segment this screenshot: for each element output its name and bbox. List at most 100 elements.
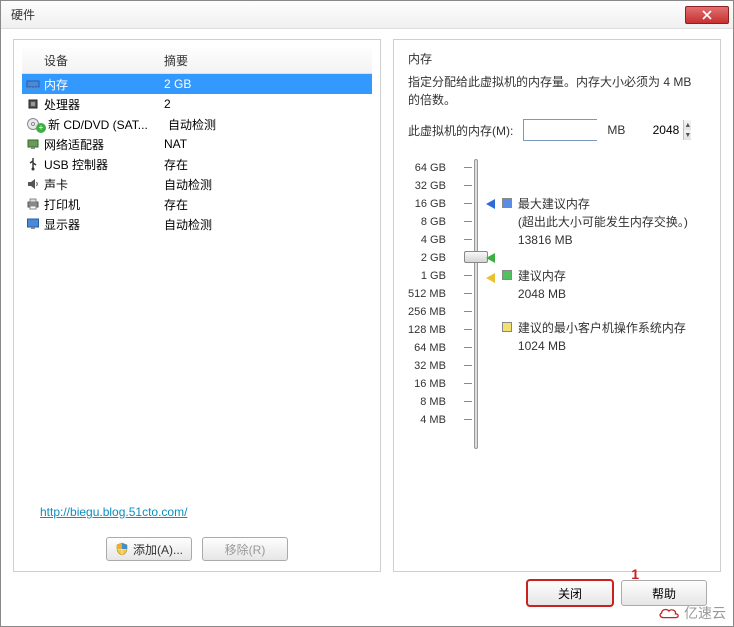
tick-label: 2 GB bbox=[421, 249, 446, 267]
legend-min-title: 建议的最小客户机操作系统内存 bbox=[518, 319, 686, 337]
remove-device-button[interactable]: 移除(R) bbox=[202, 537, 288, 561]
memory-spinner[interactable]: ▲ ▼ bbox=[523, 119, 597, 141]
window-close-button[interactable] bbox=[685, 6, 729, 24]
tick-label: 8 MB bbox=[420, 393, 446, 411]
marker-min-icon bbox=[486, 273, 495, 283]
table-row[interactable]: 打印机存在 bbox=[22, 194, 372, 214]
slider-track bbox=[474, 159, 478, 449]
spinner-up[interactable]: ▲ bbox=[684, 120, 691, 130]
content-area: 设备 摘要 内存2 GB处理器2+新 CD/DVD (SAT...自动检测网络适… bbox=[1, 29, 733, 626]
watermark: 亿速云 bbox=[658, 603, 726, 623]
tick-label: 32 MB bbox=[414, 357, 446, 375]
memory-slider[interactable] bbox=[454, 159, 494, 449]
tick-label: 1 GB bbox=[421, 267, 446, 285]
hardware-dialog: 硬件 设备 摘要 内存2 GB处理器2+新 CD/DVD (SAT...自动检测… bbox=[0, 0, 734, 627]
tick-mark bbox=[464, 275, 472, 276]
memory-panel: 内存 指定分配给此虚拟机的内存量。内存大小必须为 4 MB 的倍数。 此虚拟机的… bbox=[393, 39, 721, 572]
device-list-panel: 设备 摘要 内存2 GB处理器2+新 CD/DVD (SAT...自动检测网络适… bbox=[13, 39, 381, 572]
device-label: 显示器 bbox=[44, 216, 164, 233]
device-label: 处理器 bbox=[44, 96, 164, 113]
memory-slider-area: 64 GB32 GB16 GB8 GB4 GB2 GB1 GB512 MB256… bbox=[408, 159, 706, 449]
table-row[interactable]: 处理器2 bbox=[22, 94, 372, 114]
slider-handle[interactable] bbox=[464, 251, 488, 263]
legend-rec-title: 建议内存 bbox=[518, 267, 566, 285]
tick-mark bbox=[464, 329, 472, 330]
tick-mark bbox=[464, 185, 472, 186]
legend-max-title: 最大建议内存 bbox=[518, 195, 688, 213]
device-summary: NAT bbox=[164, 137, 370, 151]
memory-unit: MB bbox=[607, 123, 625, 137]
blog-link[interactable]: http://biegu.blog.51cto.com/ bbox=[40, 505, 372, 519]
cpu-icon bbox=[24, 97, 42, 111]
tick-label: 16 GB bbox=[415, 195, 446, 213]
device-summary: 自动检测 bbox=[164, 216, 370, 233]
tick-mark bbox=[464, 167, 472, 168]
tick-mark bbox=[464, 401, 472, 402]
device-label: 新 CD/DVD (SAT... bbox=[48, 116, 168, 133]
marker-max-icon bbox=[486, 199, 495, 209]
legend-min-value: 1024 MB bbox=[518, 337, 686, 355]
device-summary: 存在 bbox=[164, 156, 370, 173]
device-label: 声卡 bbox=[44, 176, 164, 193]
device-table: 设备 摘要 内存2 GB处理器2+新 CD/DVD (SAT...自动检测网络适… bbox=[22, 48, 372, 495]
table-row[interactable]: +新 CD/DVD (SAT...自动检测 bbox=[22, 114, 372, 134]
titlebar: 硬件 bbox=[1, 1, 733, 29]
cloud-icon bbox=[658, 605, 680, 621]
device-summary: 自动检测 bbox=[164, 176, 370, 193]
close-button[interactable]: 关闭 bbox=[527, 580, 613, 606]
device-label: 内存 bbox=[44, 76, 164, 93]
device-label: 网络适配器 bbox=[44, 136, 164, 153]
tick-label: 32 GB bbox=[415, 177, 446, 195]
spinner-down[interactable]: ▼ bbox=[684, 130, 691, 140]
usb-icon bbox=[24, 157, 42, 171]
memory-input-row: 此虚拟机的内存(M): ▲ ▼ MB bbox=[408, 119, 706, 141]
printer-icon bbox=[24, 197, 42, 211]
device-summary: 自动检测 bbox=[168, 116, 370, 133]
window-title: 硬件 bbox=[11, 6, 685, 23]
device-summary: 2 GB bbox=[164, 77, 370, 91]
header-device: 设备 bbox=[24, 52, 164, 69]
device-label: USB 控制器 bbox=[44, 156, 164, 173]
add-device-button[interactable]: 添加(A)... bbox=[106, 537, 192, 561]
table-header: 设备 摘要 bbox=[22, 48, 372, 74]
tick-mark bbox=[464, 383, 472, 384]
memory-icon bbox=[24, 77, 42, 91]
tick-mark bbox=[464, 221, 472, 222]
network-icon bbox=[24, 137, 42, 151]
tick-label: 64 GB bbox=[415, 159, 446, 177]
tick-mark bbox=[464, 311, 472, 312]
tick-label: 128 MB bbox=[408, 321, 446, 339]
table-row[interactable]: 声卡自动检测 bbox=[22, 174, 372, 194]
tick-mark bbox=[464, 293, 472, 294]
device-summary: 2 bbox=[164, 97, 370, 111]
tick-mark bbox=[464, 419, 472, 420]
display-icon bbox=[24, 217, 42, 231]
tick-mark bbox=[464, 365, 472, 366]
tick-label: 256 MB bbox=[408, 303, 446, 321]
tick-mark bbox=[464, 239, 472, 240]
memory-description: 指定分配给此虚拟机的内存量。内存大小必须为 4 MB 的倍数。 bbox=[408, 73, 706, 109]
tick-label: 8 GB bbox=[421, 213, 446, 231]
tick-label: 64 MB bbox=[414, 339, 446, 357]
device-label: 打印机 bbox=[44, 196, 164, 213]
tick-mark bbox=[464, 347, 472, 348]
memory-legend: 最大建议内存 (超出此大小可能发生内存交换。) 13816 MB 建议内存 20… bbox=[502, 159, 688, 449]
legend-max-note: (超出此大小可能发生内存交换。) bbox=[518, 213, 688, 231]
shield-icon bbox=[115, 542, 129, 556]
tick-mark bbox=[464, 203, 472, 204]
legend-rec-value: 2048 MB bbox=[518, 285, 566, 303]
table-row[interactable]: 显示器自动检测 bbox=[22, 214, 372, 234]
legend-max-value: 13816 MB bbox=[518, 231, 688, 249]
table-row[interactable]: 网络适配器NAT bbox=[22, 134, 372, 154]
memory-input[interactable] bbox=[524, 120, 683, 140]
table-row[interactable]: USB 控制器存在 bbox=[22, 154, 372, 174]
close-icon bbox=[702, 10, 712, 20]
table-row[interactable]: 内存2 GB bbox=[22, 74, 372, 94]
legend-box-blue bbox=[502, 198, 512, 208]
tick-label: 16 MB bbox=[414, 375, 446, 393]
device-summary: 存在 bbox=[164, 196, 370, 213]
tick-label: 4 MB bbox=[420, 411, 446, 429]
legend-box-yellow bbox=[502, 322, 512, 332]
legend-box-green bbox=[502, 270, 512, 280]
tick-label: 4 GB bbox=[421, 231, 446, 249]
